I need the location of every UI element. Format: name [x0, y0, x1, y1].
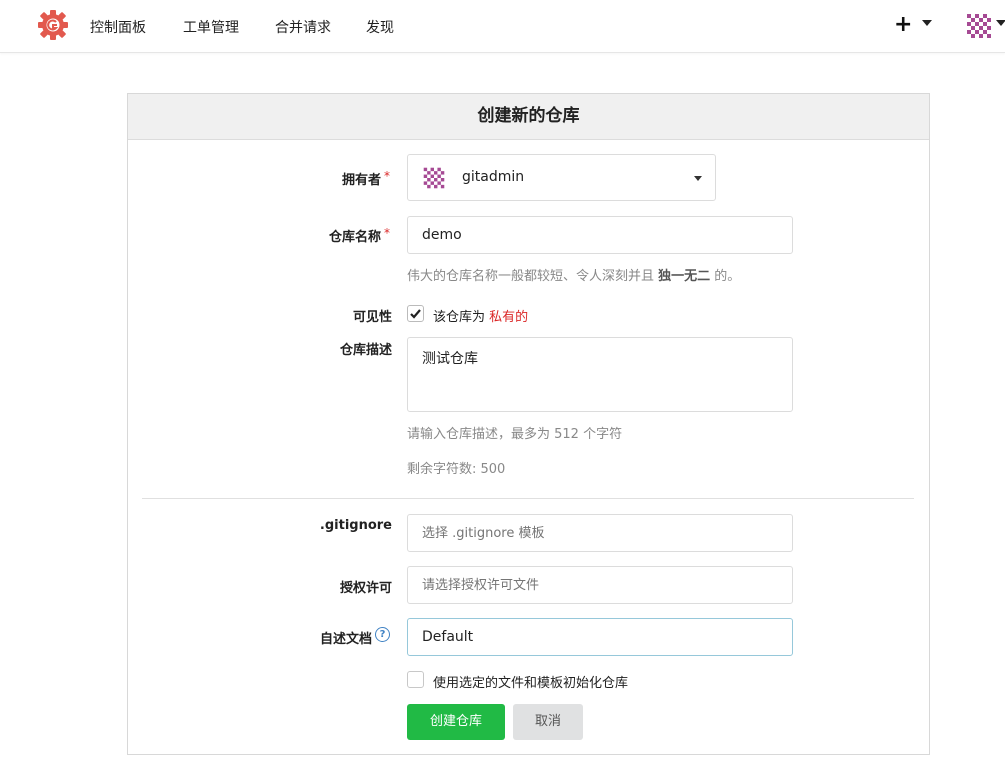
- repo-name-label-text: 仓库名称: [328, 230, 381, 245]
- description-remaining: 剩余字符数: 500: [407, 462, 506, 477]
- private-checkbox[interactable]: [407, 305, 424, 322]
- auto-init-label: 使用选定的文件和模板初始化仓库: [433, 676, 629, 691]
- nav-explore[interactable]: 发现: [366, 17, 394, 37]
- readme-label: 自述文档: [172, 628, 372, 647]
- owner-avatar: [423, 167, 445, 189]
- visibility-private-highlight: 私有的: [489, 310, 529, 325]
- readme-select[interactable]: [407, 618, 793, 656]
- repo-name-help-prefix: 伟大的仓库名称一般都较短、令人深刻并且: [407, 269, 659, 284]
- gitea-logo-icon[interactable]: [36, 8, 70, 42]
- create-repo-button[interactable]: 创建仓库: [407, 704, 505, 740]
- auto-init-checkbox[interactable]: [407, 671, 424, 688]
- owner-label: 拥有者 *: [190, 169, 390, 188]
- create-repo-form: 创建新的仓库 拥有者* gitadmin 仓库名称* 伟大的仓库名称一般都较短、…: [127, 93, 930, 755]
- required-mark: *: [384, 169, 390, 183]
- top-navbar: 控制面板 工单管理 合并请求 发现 +: [0, 0, 1005, 53]
- description-label: 仓库描述: [339, 343, 392, 358]
- create-plus-icon[interactable]: +: [894, 12, 912, 37]
- repo-name-input[interactable]: [407, 216, 793, 254]
- gitignore-label: .gitignore: [319, 518, 392, 533]
- nav-dashboard[interactable]: 控制面板: [90, 17, 146, 37]
- owner-value: gitadmin: [462, 169, 525, 185]
- section-divider: [142, 498, 914, 499]
- owner-dropdown[interactable]: gitadmin: [407, 154, 716, 201]
- user-avatar[interactable]: [965, 12, 993, 40]
- nav-issues[interactable]: 工单管理: [183, 17, 239, 37]
- checkmark-icon: [410, 309, 421, 319]
- nav-pull-requests[interactable]: 合并请求: [275, 17, 331, 37]
- owner-label-text: 拥有者: [341, 173, 381, 188]
- help-circle-icon[interactable]: ?: [375, 627, 390, 642]
- description-textarea[interactable]: 测试仓库: [407, 337, 793, 412]
- repo-name-help: 伟大的仓库名称一般都较短、令人深刻并且 独一无二 的。: [407, 265, 740, 284]
- visibility-text-prefix: 该仓库为: [433, 310, 490, 325]
- visibility-label: 可见性: [352, 310, 392, 325]
- license-label: 授权许可: [339, 581, 392, 596]
- create-menu-chevron-down-icon[interactable]: [922, 20, 932, 26]
- visibility-text: 该仓库为 私有的: [433, 306, 528, 325]
- repo-name-help-bold: 独一无二: [658, 269, 711, 284]
- form-title: 创建新的仓库: [128, 94, 929, 140]
- repo-name-help-suffix: 的。: [710, 269, 741, 284]
- readme-label-text: 自述文档: [319, 632, 372, 647]
- user-menu-chevron-down-icon[interactable]: [996, 20, 1005, 26]
- chevron-down-icon: [694, 176, 702, 181]
- repo-name-label: 仓库名称 *: [190, 226, 390, 245]
- description-help: 请输入仓库描述，最多为 512 个字符: [407, 427, 623, 442]
- license-select[interactable]: [407, 566, 793, 604]
- required-mark: *: [384, 226, 390, 240]
- gitignore-select[interactable]: [407, 514, 793, 552]
- cancel-button[interactable]: 取消: [513, 704, 583, 740]
